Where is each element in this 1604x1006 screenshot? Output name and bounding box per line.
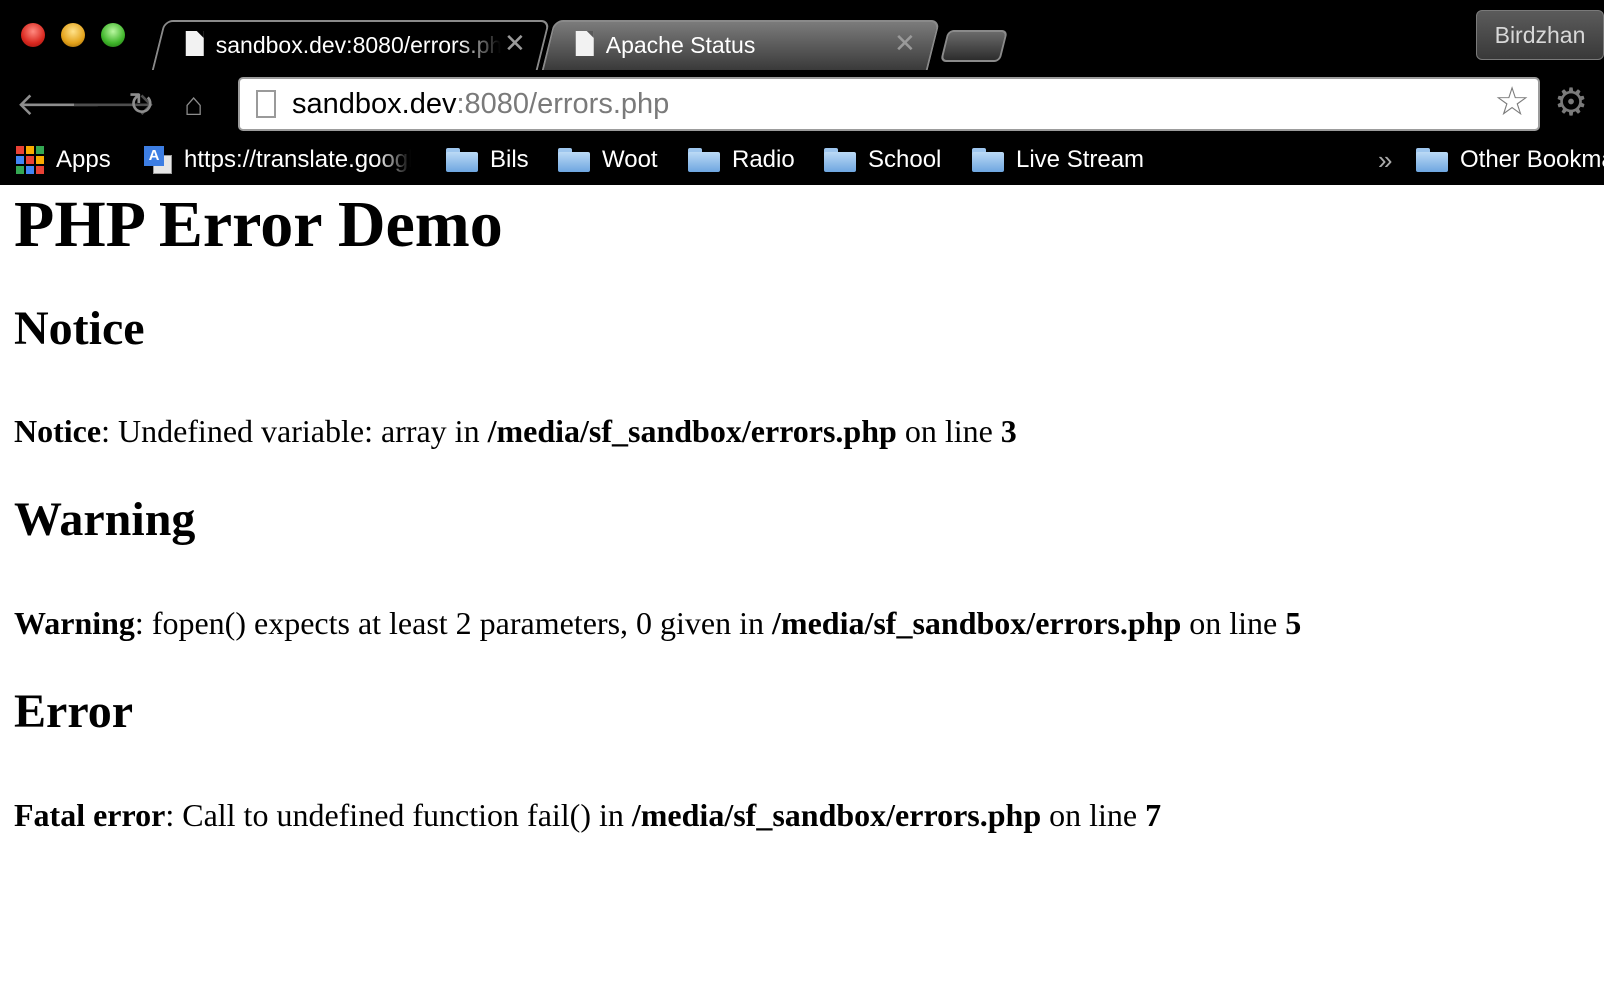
tab-strip: sandbox.dev:8080/errors.php ✕ Apache Sta…	[0, 0, 1604, 70]
window-close-button[interactable]	[21, 23, 45, 47]
close-icon[interactable]: ✕	[894, 28, 916, 58]
error-line-number: 3	[1000, 413, 1017, 449]
error-label: Warning	[14, 605, 135, 641]
section-heading-notice: Notice	[14, 302, 145, 355]
bookmark-translate[interactable]: A https://translate.google.com	[144, 143, 411, 177]
bookmark-folder-bils[interactable]: Bils	[446, 143, 529, 177]
error-line-number: 7	[1145, 797, 1162, 833]
tab-apache-status[interactable]: Apache Status ✕	[541, 20, 941, 70]
error-file: /media/sf_sandbox/errors.php	[772, 605, 1182, 641]
on-line-text: on line	[1041, 797, 1146, 833]
warning-message: Warning: fopen() expects at least 2 para…	[14, 604, 1301, 642]
page-title: PHP Error Demo	[14, 188, 503, 261]
browser-chrome: sandbox.dev:8080/errors.php ✕ Apache Sta…	[0, 0, 1604, 185]
error-label: Notice	[14, 413, 102, 449]
on-line-text: on line	[1181, 605, 1286, 641]
error-line-number: 5	[1285, 605, 1302, 641]
window-zoom-button[interactable]	[101, 23, 125, 47]
bookmark-folder-woot[interactable]: Woot	[558, 143, 658, 177]
bookmark-label: School	[868, 146, 942, 173]
url-host: sandbox.dev	[292, 88, 457, 120]
toolbar: 🡐 🡒 ↻ ⌂ sandbox.dev:8080/errors.php ☆ ⚙	[0, 69, 1604, 137]
close-icon[interactable]: ✕	[504, 28, 526, 58]
folder-icon	[688, 148, 720, 172]
tab-title: Apache Status	[605, 32, 756, 58]
url-text[interactable]: sandbox.dev:8080/errors.php	[292, 88, 669, 120]
on-line-text: on line	[896, 413, 1001, 449]
fatal-error-message: Fatal error: Call to undefined function …	[14, 796, 1161, 834]
reload-icon[interactable]: ↻	[128, 87, 155, 121]
bookmark-label: Live Stream	[1016, 146, 1145, 173]
page-icon	[575, 31, 594, 56]
error-text: : Undefined variable: array in	[101, 413, 488, 449]
profile-button[interactable]: Birdzhan	[1476, 10, 1604, 60]
new-tab-button[interactable]	[940, 30, 1008, 62]
error-text: : Call to undefined function fail() in	[165, 797, 632, 833]
chevron-double-right-icon[interactable]: »	[1378, 143, 1392, 177]
url-path: :8080/errors.php	[456, 88, 670, 120]
folder-icon	[1416, 148, 1448, 172]
error-file: /media/sf_sandbox/errors.php	[631, 797, 1042, 833]
tab-errors[interactable]: sandbox.dev:8080/errors.php ✕	[151, 20, 551, 70]
folder-icon	[446, 148, 478, 172]
bookmarks-bar: Apps A https://translate.google.com Bils…	[0, 137, 1604, 185]
bookmark-label: Bils	[490, 146, 529, 173]
error-text: : fopen() expects at least 2 parameters,…	[134, 605, 773, 641]
bookmark-label: Other Bookmarks	[1460, 146, 1604, 173]
bookmark-label: https://translate.google.com	[184, 146, 411, 173]
gear-icon[interactable]: ⚙	[1554, 83, 1588, 123]
translate-icon: A	[144, 146, 172, 174]
bookmark-star-icon[interactable]: ☆	[1494, 82, 1530, 122]
error-file: /media/sf_sandbox/errors.php	[487, 413, 897, 449]
tab-title: sandbox.dev:8080/errors.php	[215, 32, 501, 58]
section-heading-error: Error	[14, 685, 134, 738]
window-minimize-button[interactable]	[61, 23, 85, 47]
apps-grid-icon	[16, 146, 44, 174]
bookmark-folder-school[interactable]: School	[824, 143, 941, 177]
notice-message: Notice: Undefined variable: array in /me…	[14, 412, 1017, 450]
section-heading-warning: Warning	[14, 493, 196, 546]
page-icon	[256, 90, 276, 118]
folder-icon	[558, 148, 590, 172]
bookmark-apps[interactable]: Apps	[16, 143, 111, 177]
bookmark-label: Radio	[732, 146, 795, 173]
bookmark-other-bookmarks[interactable]: Other Bookmarks	[1416, 143, 1604, 177]
page-icon	[185, 31, 204, 56]
home-icon[interactable]: ⌂	[184, 87, 203, 121]
folder-icon	[972, 148, 1004, 172]
address-bar[interactable]: sandbox.dev:8080/errors.php ☆	[238, 77, 1540, 131]
bookmark-label: Woot	[602, 146, 658, 173]
error-label: Fatal error	[14, 797, 166, 833]
folder-icon	[824, 148, 856, 172]
bookmark-folder-radio[interactable]: Radio	[688, 143, 795, 177]
bookmark-label: Apps	[56, 146, 111, 173]
bookmark-folder-live-stream[interactable]: Live Stream	[972, 143, 1144, 177]
